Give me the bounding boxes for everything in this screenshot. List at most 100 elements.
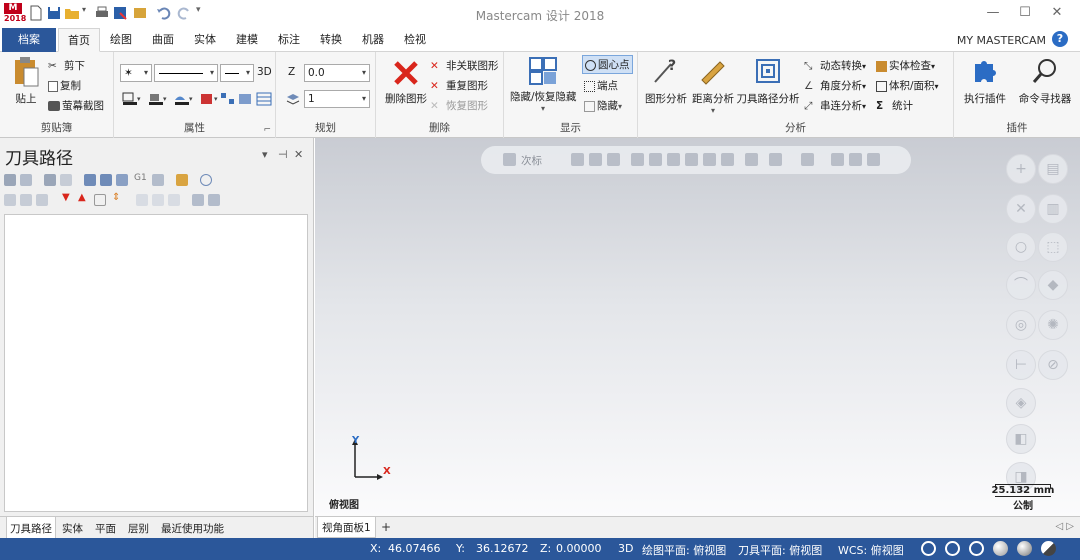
display-selected-icon[interactable] <box>136 194 148 206</box>
analyze-entity-button[interactable]: ? 图形分析 <box>642 56 690 106</box>
verify-icon[interactable] <box>100 174 112 186</box>
tab-drafting[interactable]: 标注 <box>274 28 304 52</box>
delete-toolpath-icon[interactable] <box>176 174 188 186</box>
solid-mask-icon[interactable] <box>667 153 680 166</box>
surface-mask-icon[interactable] <box>649 153 662 166</box>
chain-analysis-button[interactable]: ⤢ 串连分析▾ <box>804 98 866 113</box>
grid-snap-icon[interactable] <box>769 153 782 166</box>
endpoint-toggle[interactable]: 端点 <box>584 78 618 93</box>
snap-icon[interactable] <box>589 153 602 166</box>
tab-view[interactable]: 检视 <box>400 28 430 52</box>
scroll-insert-icon[interactable]: ⇕ <box>112 192 120 203</box>
material-display-icon[interactable]: ◧ <box>1006 424 1036 454</box>
no-entry-icon[interactable]: ⊘ <box>1038 350 1068 380</box>
panel-pin-icon[interactable]: ⊣ <box>278 148 288 161</box>
maximize-icon[interactable]: ☐ <box>1016 6 1034 22</box>
my-mastercam-link[interactable]: MY MASTERCAM <box>957 34 1046 47</box>
toggle-selection-icon[interactable] <box>831 153 844 166</box>
hide-button[interactable]: 隐藏▾ <box>584 98 622 113</box>
grid-attributes-icon[interactable] <box>256 92 272 106</box>
gear-icon[interactable]: ✺ <box>1038 310 1068 340</box>
status-wcs[interactable]: WCS: 俯视图 <box>838 542 904 558</box>
panel-tab-planes[interactable]: 平面 <box>95 521 116 536</box>
move-up-icon[interactable]: ▲ <box>78 192 86 203</box>
point-style-select[interactable]: ✶ ▾ <box>120 64 152 82</box>
solid-check-button[interactable]: 实体检查▾ <box>876 58 935 73</box>
regenerate-all-icon[interactable] <box>44 174 56 186</box>
minimize-icon[interactable]: — <box>984 6 1002 22</box>
mesh-mask-icon[interactable] <box>685 153 698 166</box>
tab-wireframe[interactable]: 绘图 <box>106 28 136 52</box>
panel-close-icon[interactable]: ✕ <box>294 148 303 161</box>
screenshot-button[interactable]: 萤幕截图 <box>48 98 104 113</box>
paste-button[interactable]: 贴上 <box>8 56 44 106</box>
quick-mask-icon[interactable] <box>607 153 620 166</box>
translucency-icon[interactable] <box>1041 541 1056 556</box>
curve-icon[interactable]: ⌒ <box>1006 270 1036 300</box>
toggle-post-icon[interactable] <box>36 194 48 206</box>
level-select[interactable]: 1 ▾ <box>304 90 370 108</box>
dimension-icon[interactable]: ⊢ <box>1006 350 1036 380</box>
run-addin-button[interactable]: 执行插件 <box>958 56 1012 106</box>
viewsheet-nav-arrows[interactable]: ◁ ▷ <box>1055 521 1074 532</box>
view-cube-icon[interactable]: ⬚ <box>1038 232 1068 262</box>
add-viewsheet-button[interactable]: + <box>381 520 391 534</box>
statistics-button[interactable]: Σ 统计 <box>876 98 913 113</box>
cut-button[interactable]: ✂ 剪下 <box>48 58 85 73</box>
analyze-toolpath-button[interactable]: 刀具路径分析 <box>736 56 800 106</box>
tab-home[interactable]: 首页 <box>58 28 100 52</box>
simulate-icon[interactable] <box>116 174 128 186</box>
line-style-select[interactable]: ▾ <box>154 64 218 82</box>
copy-button[interactable]: 复制 <box>48 78 81 93</box>
select-all-icon[interactable] <box>4 174 16 186</box>
shaded-icon[interactable]: ◆ <box>1038 270 1068 300</box>
duplicate-button[interactable]: ✕ 重复图形 <box>430 78 488 93</box>
clear-color-icon[interactable] <box>238 92 254 106</box>
tab-transform[interactable]: 转换 <box>316 28 346 52</box>
restore-button[interactable]: ✕ 恢复图形 <box>430 98 488 113</box>
measure-icon[interactable]: ◈ <box>1006 388 1036 418</box>
tab-surfaces[interactable]: 曲面 <box>148 28 178 52</box>
shaded-sphere-icon[interactable] <box>993 541 1008 556</box>
tab-file[interactable]: 档案 <box>2 28 56 52</box>
high-feed-icon[interactable] <box>152 174 164 186</box>
center-point-toggle[interactable]: 圆心点 <box>582 55 633 74</box>
status-tplane[interactable]: 刀具平面: 俯视图 <box>738 542 822 558</box>
display-all-icon[interactable] <box>152 194 164 206</box>
panel-tab-levels[interactable]: 层别 <box>128 521 149 536</box>
wireframe-display-icon[interactable] <box>969 541 984 556</box>
panel-help-icon[interactable] <box>200 174 212 186</box>
display-tool-icon[interactable] <box>168 194 180 206</box>
backplot-icon[interactable] <box>84 174 96 186</box>
attributes-launcher-icon[interactable]: ⌐ <box>263 125 271 135</box>
unassociate-button[interactable]: ✕ 非关联图形 <box>430 58 499 73</box>
color-mask-icon[interactable] <box>703 153 716 166</box>
auto-cursor-icon[interactable] <box>571 153 584 166</box>
fit-screen-icon[interactable]: ▤ <box>1038 154 1068 184</box>
zoom-window-icon[interactable]: ✕ <box>1006 194 1036 224</box>
material-icon[interactable]: ▾ <box>200 92 220 106</box>
graphics-viewport[interactable]: 次标 + ▤ ✕ ▥ ○ ⬚ ⌒ ◆ ◎ ✺ ⊢ ⊘ ◈ ◧ ◨ Y X 俯视图… <box>315 138 1080 516</box>
status-mode-toggle[interactable]: 3D <box>618 542 633 555</box>
panel-tab-recent[interactable]: 最近使用功能 <box>161 521 224 536</box>
dynamic-analysis-button[interactable]: ⤡ 动态转换▾ <box>804 58 866 73</box>
lock-icon[interactable] <box>4 194 16 206</box>
section-view-icon[interactable]: ◎ <box>1006 310 1036 340</box>
wireframe-color-icon[interactable]: ▾ <box>122 92 142 106</box>
viewsheet-tab-1[interactable]: 视角面板1 <box>317 517 376 538</box>
insert-arrow-icon[interactable] <box>94 194 106 206</box>
toggle-display-icon[interactable] <box>20 194 32 206</box>
z-depth-input[interactable]: 0.0 ▾ <box>304 64 370 82</box>
selection-mode-label[interactable]: 次标 <box>521 153 542 168</box>
command-finder-button[interactable]: 命令寻找器 <box>1014 56 1076 106</box>
surface-color-icon[interactable]: ▾ <box>174 92 194 106</box>
solid-color-icon[interactable]: ▾ <box>148 92 168 106</box>
chain-select-icon[interactable] <box>801 153 814 166</box>
tab-machine[interactable]: 机器 <box>358 28 388 52</box>
invert-selection-icon[interactable] <box>867 153 880 166</box>
move-down-icon[interactable]: ▼ <box>62 192 70 203</box>
line-width-select[interactable]: ▾ <box>220 64 254 82</box>
tab-model-prep[interactable]: 建模 <box>232 28 262 52</box>
tab-solids[interactable]: 实体 <box>190 28 220 52</box>
status-cplane[interactable]: 绘图平面: 俯视图 <box>642 542 726 558</box>
